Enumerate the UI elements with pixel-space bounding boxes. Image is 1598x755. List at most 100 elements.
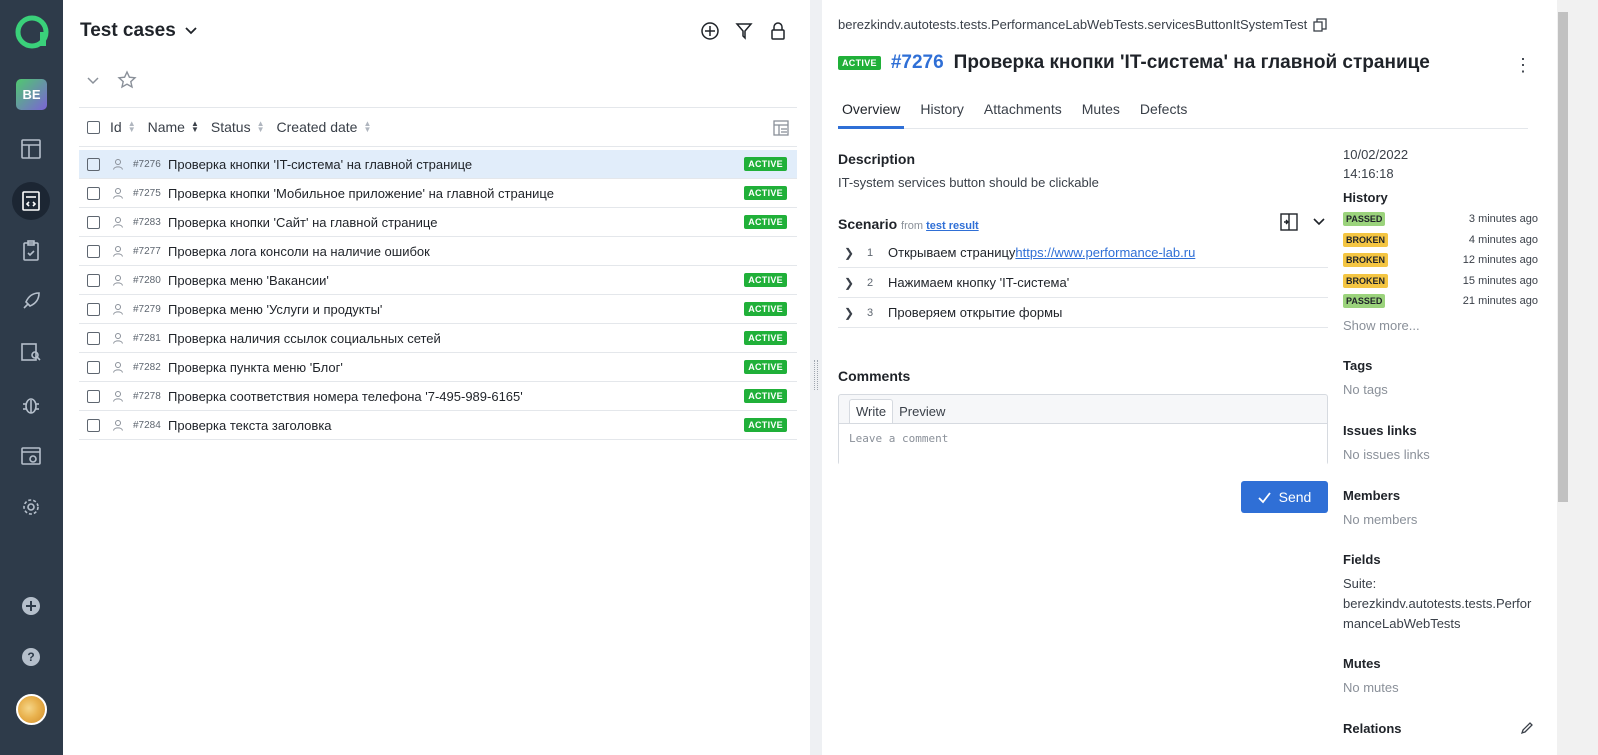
tab-attachments[interactable]: Attachments [980,101,1066,129]
tab-history[interactable]: History [916,101,968,129]
test-cases-icon[interactable] [12,182,50,220]
comment-preview-tab[interactable]: Preview [893,400,951,423]
defects-icon[interactable] [12,386,50,424]
history-time: 21 minutes ago [1462,295,1538,307]
edit-pencil-icon[interactable] [1520,721,1534,735]
jobs-icon[interactable] [12,437,50,475]
row-name: Проверка лога консоли на наличие ошибок [168,243,430,259]
row-checkbox[interactable] [87,186,100,200]
scenario-step[interactable]: ❯ 2 Нажимаем кнопку 'IT-система' [838,268,1328,298]
page-title[interactable]: Test cases [80,20,198,42]
row-checkbox[interactable] [87,331,100,345]
scenario-source-link[interactable]: test result [926,220,979,232]
comment-write-tab[interactable]: Write [849,399,894,423]
row-checkbox[interactable] [87,360,100,374]
table-row[interactable]: #7283 Проверка кнопки 'Сайт' на главной с… [79,208,797,237]
copy-icon[interactable] [1313,17,1327,32]
tab-mutes[interactable]: Mutes [1078,101,1124,129]
collapse-chevron-icon[interactable] [85,72,101,88]
history-item[interactable]: PASSED 3 minutes ago [1343,212,1538,226]
filter-icon[interactable] [734,20,754,42]
scenario-step[interactable]: ❯ 3 Проверяем открытие формы [838,298,1328,328]
analytics-icon[interactable] [12,333,50,371]
expand-chevron-icon[interactable] [1312,215,1326,229]
chevron-right-icon[interactable]: ❯ [838,276,860,290]
star-icon[interactable] [117,70,137,90]
show-more-link[interactable]: Show more... [1343,318,1420,333]
svg-text:?: ? [27,650,34,664]
panel-resizer[interactable] [810,0,822,755]
history-item[interactable]: BROKEN 15 minutes ago [1343,273,1538,288]
step-link[interactable]: https://www.performance-lab.ru [1015,245,1195,260]
person-icon [113,188,123,199]
row-id: #7276 [133,158,161,170]
project-avatar[interactable]: BE [16,79,47,110]
add-icon[interactable] [700,20,720,42]
comment-input[interactable]: Leave a comment [839,423,1327,465]
dashboard-icon[interactable] [12,130,50,168]
scenario-step[interactable]: ❯ 1 Открываем страницу https://www.perform… [838,238,1328,268]
column-header-id[interactable]: Id ▲ ▼ [110,119,136,135]
select-all-checkbox[interactable] [87,120,100,134]
person-icon [113,420,123,431]
row-id: #7281 [133,332,161,344]
chevron-right-icon[interactable]: ❯ [838,306,860,320]
tab-defects[interactable]: Defects [1136,101,1191,129]
history-item[interactable]: BROKEN 12 minutes ago [1343,253,1538,267]
table-row[interactable]: #7276 Проверка кнопки 'IT-система' на гла… [79,150,797,179]
status-badge: ACTIVE [744,273,787,287]
row-checkbox[interactable] [87,389,100,403]
history-item[interactable]: BROKEN 4 minutes ago [1343,232,1538,247]
history-status-badge: PASSED [1343,294,1386,308]
row-checkbox[interactable] [87,244,100,258]
description-heading: Description [838,151,916,167]
row-checkbox[interactable] [87,157,100,171]
resize-grip-icon[interactable] [814,360,818,390]
tab-overview[interactable]: Overview [838,101,905,129]
row-checkbox[interactable] [87,418,100,432]
chevron-down-icon [185,27,197,35]
test-cases-panel: Test cases Id ▲ ▼ Name ▲ ▼ Status ▲ ▼ Created … [63,0,810,755]
app-logo-icon[interactable] [14,14,50,50]
table-row[interactable]: #7282 Проверка пункта меню 'Блог' ACTIVE [79,353,797,382]
row-name: Проверка текста заголовка [168,417,332,433]
settings-icon[interactable] [12,488,50,526]
row-id: #7278 [133,390,161,402]
table-row[interactable]: #7281 Проверка наличия ссылок социальных … [79,324,797,353]
test-case-number: #7276 [890,52,944,73]
person-icon [113,159,123,170]
add-project-icon[interactable] [12,587,50,625]
table-row[interactable]: #7275 Проверка кнопки 'Мобильное приложен… [79,179,797,208]
table-row[interactable]: #7280 Проверка меню 'Вакансии' ACTIVE [79,266,797,295]
history-status-badge: BROKEN [1343,253,1389,267]
row-checkbox[interactable] [87,215,100,229]
table-row[interactable]: #7284 Проверка текста заголовка ACTIVE [79,411,797,440]
chevron-right-icon[interactable]: ❯ [838,246,860,260]
history-item[interactable]: PASSED 21 minutes ago [1343,294,1538,308]
fields-suite-value: berezkindv.autotests.tests.PerformanceLa… [1343,596,1532,631]
column-settings-icon[interactable] [771,118,791,138]
row-checkbox[interactable] [87,273,100,287]
table-row[interactable]: #7278 Проверка соответствия номера телефо… [79,382,797,411]
send-button[interactable]: Send [1241,481,1328,513]
row-name: Проверка меню 'Вакансии' [168,272,329,288]
column-header-created[interactable]: Created date ▲ ▼ [277,119,372,135]
lock-icon[interactable] [768,20,788,42]
more-menu-icon[interactable]: ⋮ [1514,55,1532,76]
status-badge: ACTIVE [838,56,881,70]
help-icon[interactable]: ? [12,638,50,676]
launches-icon[interactable] [12,282,50,320]
scrollbar-thumb[interactable] [1558,12,1568,502]
column-header-status[interactable]: Status ▲ ▼ [211,119,265,135]
compare-icon[interactable] [1280,213,1298,231]
row-checkbox[interactable] [87,302,100,316]
mutes-value: No mutes [1343,680,1399,695]
table-row[interactable]: #7279 Проверка меню 'Услуги и продукты' AC… [79,295,797,324]
detail-tabs: Overview History Attachments Mutes Defec… [838,101,1528,129]
table-row[interactable]: #7277 Проверка лога консоли на наличие ош… [79,237,797,266]
row-name: Проверка кнопки 'Мобильное приложение' н… [168,185,554,201]
user-avatar[interactable] [16,694,47,725]
column-header-name[interactable]: Name ▲ ▼ [148,119,199,135]
row-id: #7275 [133,187,161,199]
test-plans-icon[interactable] [12,232,50,270]
